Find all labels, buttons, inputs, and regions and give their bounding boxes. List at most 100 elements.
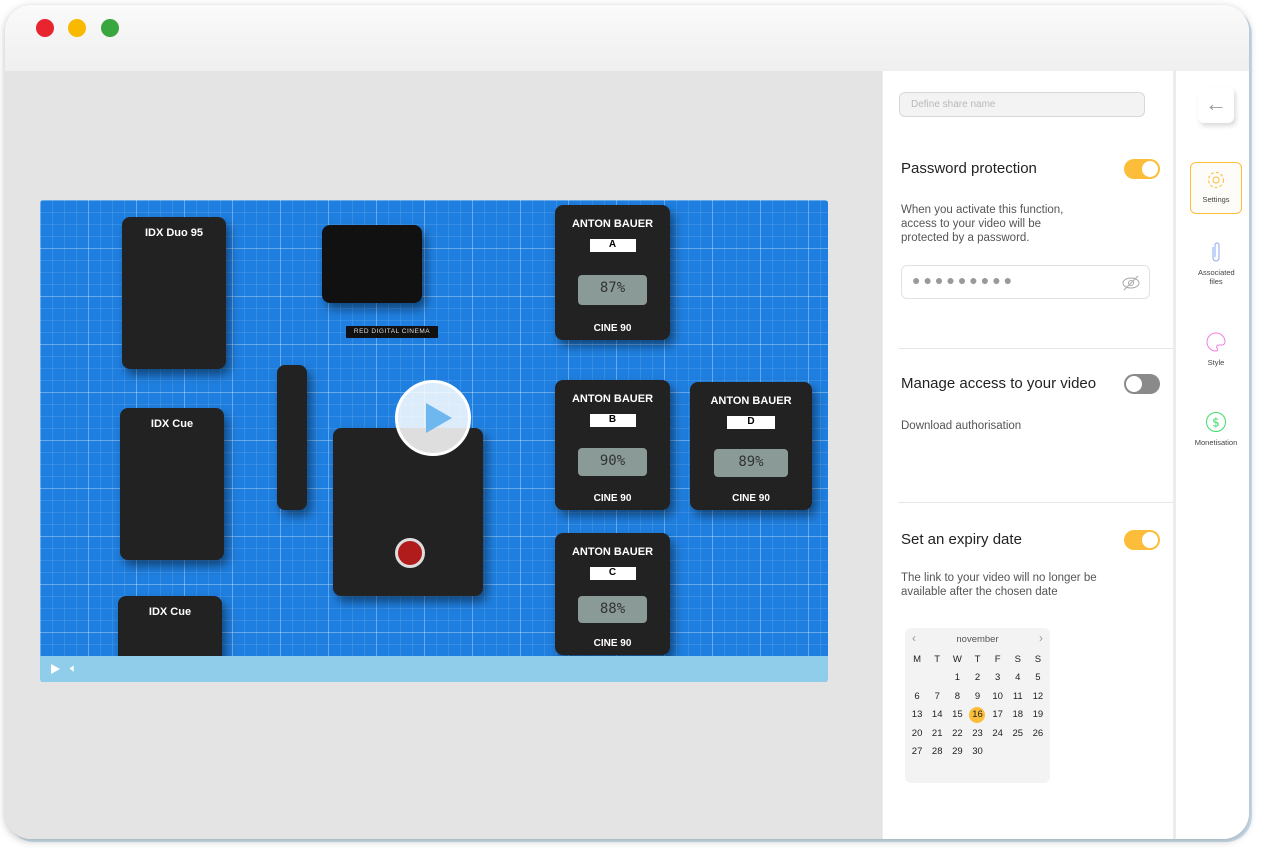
calendar-day[interactable]: 5	[1028, 669, 1048, 688]
calendar-day[interactable]: 29	[947, 743, 967, 762]
share-name-input[interactable]: Define share name	[899, 92, 1145, 117]
sidebar-item-settings[interactable]: Settings	[1190, 162, 1242, 214]
calendar-day[interactable]: 24	[988, 724, 1008, 743]
video-player[interactable]: IDX Duo 95 IDX Cue IDX Cue RED DIGITAL C…	[40, 200, 828, 682]
calendar-day[interactable]: 16	[967, 706, 987, 725]
day-number: 6	[914, 690, 920, 702]
battery-anton-bauer-c: ANTON BAUER C 88% CINE 90	[555, 533, 670, 655]
sidebar-item-monetisation[interactable]: $ Monetisation	[1190, 411, 1242, 447]
calendar-day[interactable]: 10	[988, 687, 1008, 706]
day-number: 29	[952, 746, 963, 758]
day-number: 4	[1015, 672, 1021, 684]
calendar-day[interactable]: 18	[1008, 706, 1028, 725]
calendar-day[interactable]: 13	[907, 706, 927, 725]
sidebar-item-associated-files[interactable]: Associated files	[1190, 241, 1242, 286]
download-authorisation-label: Download authorisation	[901, 420, 1022, 432]
calendar-day[interactable]: 27	[907, 743, 927, 762]
calendar-day[interactable]: 25	[1008, 724, 1028, 743]
calendar-empty	[907, 669, 927, 688]
day-number: 1	[954, 672, 960, 684]
day-number: 25	[1012, 727, 1024, 739]
calendar-day[interactable]: 22	[947, 724, 967, 743]
day-number: 28	[931, 746, 943, 758]
back-button[interactable]: ←	[1198, 87, 1234, 123]
calendar-day[interactable]: 20	[907, 724, 927, 743]
paperclip-icon	[1212, 242, 1220, 262]
battery-model: CINE 90	[732, 493, 770, 504]
weekday-label: M	[913, 653, 922, 665]
calendar-day[interactable]: 4	[1008, 669, 1028, 688]
calendar-day[interactable]: 8	[947, 687, 967, 706]
share-settings-panel: Define share name Password protection Wh…	[883, 71, 1173, 839]
calendar-day[interactable]: 30	[967, 743, 987, 762]
expiry-description: The link to your video will no longer be…	[901, 572, 1097, 598]
calendar-day[interactable]: 14	[927, 706, 947, 725]
battery-name: IDX Cue	[148, 606, 192, 618]
day-number: 26	[1032, 727, 1044, 739]
password-input[interactable]: ●●●●●●●●●	[901, 265, 1150, 299]
volume-icon[interactable]: 🔈︎	[70, 661, 77, 676]
divider	[898, 348, 1173, 349]
battery-model: CINE 90	[593, 323, 632, 334]
calendar-day[interactable]: 9	[967, 687, 987, 706]
day-number: 27	[911, 746, 923, 758]
calendar-empty	[927, 669, 947, 688]
day-number: 24	[992, 727, 1003, 739]
battery-anton-bauer-b: ANTON BAUER B 90% CINE 90	[555, 380, 670, 510]
close-window-button[interactable]	[36, 19, 54, 37]
calendar-day[interactable]: 15	[947, 706, 967, 725]
password-protection-title: Password protection	[901, 160, 1037, 177]
password-protection-toggle[interactable]	[1124, 159, 1160, 179]
next-month-button[interactable]: ›	[1039, 631, 1043, 645]
date-picker: ‹ november › MTWTFSS 1 2 3 4 5 6 7 8 9 10 11 12 13 14…	[905, 628, 1050, 783]
battery-model: CINE 90	[593, 493, 632, 504]
weekday-label: T	[974, 653, 981, 665]
day-number: 30	[972, 746, 983, 758]
battery-name: IDX Duo 95	[144, 227, 204, 239]
sidebar-item-style[interactable]: Style	[1190, 331, 1242, 367]
calendar-day[interactable]: 12	[1028, 687, 1048, 706]
camera-brand-text: RED DIGITAL CINEMA	[346, 326, 438, 338]
sidebar-item-label: Settings	[1202, 195, 1230, 204]
calendar-day[interactable]: 1	[947, 669, 967, 688]
calendar-empty	[1028, 743, 1048, 762]
day-number: 5	[1035, 672, 1041, 684]
play-icon[interactable]	[51, 664, 60, 674]
password-masked-value: ●●●●●●●●●	[912, 272, 1016, 288]
day-number: 14	[931, 709, 943, 721]
battery-model: CINE 90	[593, 638, 632, 649]
day-number: 21	[931, 727, 943, 739]
expiry-date-toggle[interactable]	[1124, 530, 1160, 550]
day-number: 13	[911, 709, 923, 721]
calendar-day[interactable]: 21	[927, 724, 947, 743]
password-description: When you activate this function, access …	[901, 204, 1064, 244]
battery-anton-bauer-a: ANTON BAUER A 87% CINE 90	[555, 205, 670, 340]
weekday-label: S	[1034, 653, 1042, 665]
divider	[898, 502, 1173, 503]
sidebar-item-label: Monetisation	[1194, 438, 1238, 447]
weekday-label: S	[1014, 653, 1021, 665]
calendar-day[interactable]: 11	[1008, 687, 1028, 706]
day-number: 9	[974, 690, 981, 702]
expiry-date-title: Set an expiry date	[901, 531, 1022, 548]
play-overlay-button[interactable]	[395, 380, 471, 456]
calendar-day[interactable]: 26	[1028, 724, 1048, 743]
calendar-day[interactable]: 7	[927, 687, 947, 706]
calendar-day[interactable]: 2	[967, 669, 987, 688]
eye-off-icon[interactable]	[1121, 274, 1141, 292]
dollar-icon: $	[1206, 412, 1226, 432]
minimize-window-button[interactable]	[68, 19, 86, 37]
palette-icon	[1206, 332, 1226, 352]
calendar-day[interactable]: 6	[907, 687, 927, 706]
battery-idx: IDX Cue	[120, 408, 224, 560]
calendar-day[interactable]: 17	[988, 706, 1008, 725]
calendar-day[interactable]: 28	[927, 743, 947, 762]
calendar-day[interactable]: 3	[988, 669, 1008, 688]
calendar-grid: MTWTFSS 1 2 3 4 5 6 7 8 9 10 11 12 13 14 15 16 17 18 19 20 2…	[907, 650, 1048, 761]
day-number: 16	[969, 706, 986, 723]
maximize-window-button[interactable]	[101, 19, 119, 37]
manage-access-toggle[interactable]	[1124, 374, 1160, 394]
calendar-day[interactable]: 19	[1028, 706, 1048, 725]
day-number: 23	[972, 727, 983, 739]
calendar-day[interactable]: 23	[967, 724, 987, 743]
